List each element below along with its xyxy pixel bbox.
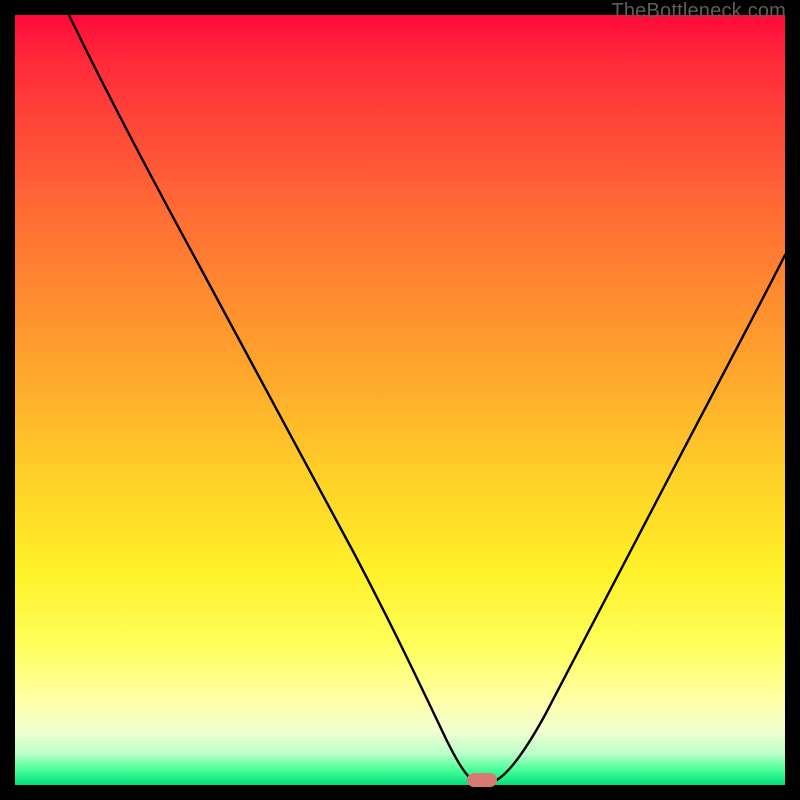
- bottleneck-curve: [69, 15, 785, 781]
- curve-svg: [15, 15, 785, 785]
- chart-frame: TheBottleneck.com: [0, 0, 800, 800]
- plot-area: [15, 15, 785, 785]
- optimum-marker: [467, 773, 497, 787]
- watermark-text: TheBottleneck.com: [611, 0, 786, 23]
